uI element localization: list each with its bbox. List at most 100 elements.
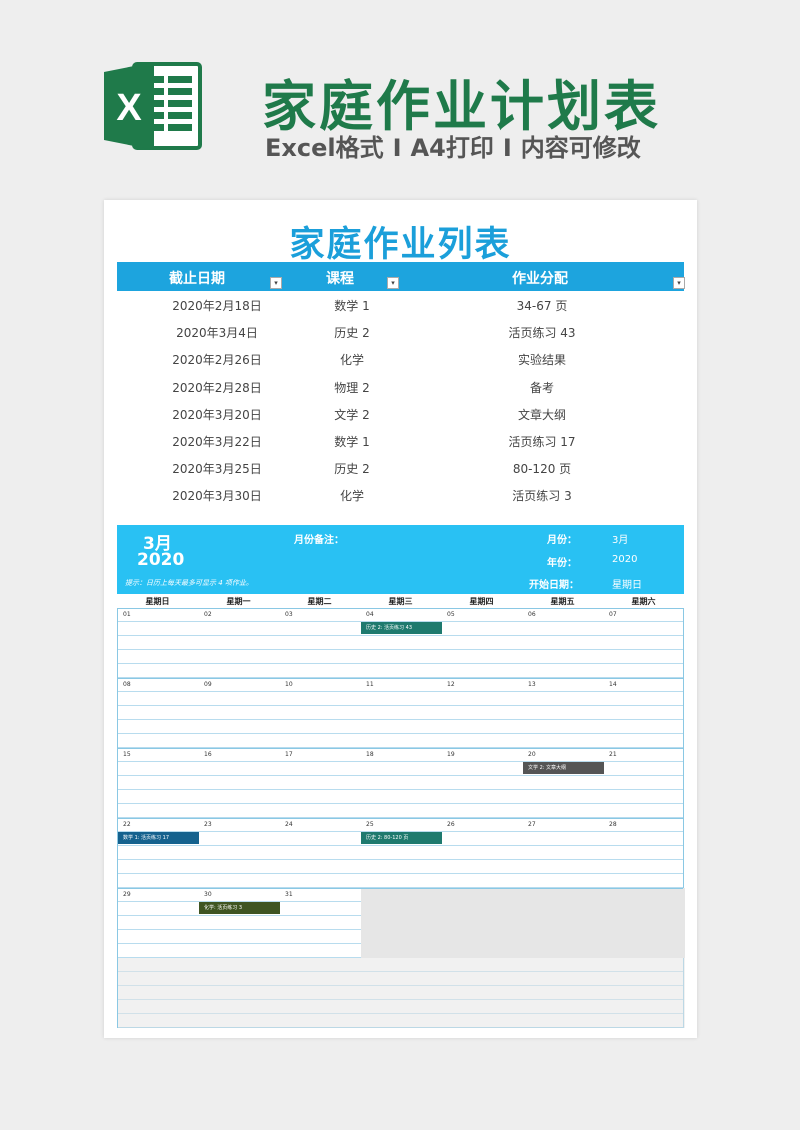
day-number[interactable]: 22 [123,821,131,828]
day-number[interactable]: 28 [609,821,617,828]
day-number[interactable]: 08 [123,681,131,688]
sub-format: Excel格式 [265,134,384,162]
list-header: 截止日期 ▾ 课程 ▾ 作业分配 ▾ [117,262,685,291]
empty-area [361,888,685,958]
assignment-cell: 备考 [529,380,554,395]
weekday-label: 星期五 [550,597,575,606]
calendar-event[interactable]: 数学 1: 活页练习 17 [118,832,199,844]
day-number[interactable]: 06 [528,611,536,618]
day-number[interactable]: 10 [285,681,293,688]
day-number[interactable]: 11 [366,681,374,688]
filter-dropdown-icon[interactable]: ▾ [387,277,399,289]
month-label: 月份： [547,535,577,546]
week-separator [118,748,683,749]
day-number[interactable]: 05 [447,611,455,618]
course-cell: 历史 2 [334,462,370,477]
day-number[interactable]: 18 [366,751,374,758]
day-number[interactable]: 29 [123,891,131,898]
week-separator [118,888,683,889]
filter-dropdown-icon[interactable]: ▾ [673,277,685,289]
sub-separator: I [392,134,402,162]
day-number[interactable]: 13 [528,681,536,688]
day-number[interactable]: 21 [609,751,617,758]
assignment-cell: 活页练习 17 [508,435,576,449]
day-number[interactable]: 03 [285,611,293,618]
column-header-date: 截止日期 [169,271,225,287]
day-number[interactable]: 12 [447,681,455,688]
day-number[interactable]: 20 [528,751,536,758]
weekday-row: 星期日 星期一 星期二 星期三 星期四 星期五 星期六 [117,594,684,609]
month-note-label: 月份备注： [294,535,344,546]
day-number[interactable]: 17 [285,751,293,758]
day-number[interactable]: 31 [285,891,293,898]
year-value[interactable]: 2020 [612,554,637,565]
table-row[interactable]: 2020年2月26日 化学 实验结果 [117,345,684,372]
assignment-cell: 活页练习 43 [508,326,576,341]
due-date-cell: 2020年3月20日 [172,407,262,422]
sheet-title: 家庭作业列表 [289,225,512,265]
calendar-tip: 提示：日历上每天最多可显示 4 项作业。 [125,579,253,587]
due-date-cell: 2020年3月30日 [172,489,262,504]
day-number[interactable]: 14 [609,681,617,688]
sub-separator: I [502,134,512,162]
week-separator [118,678,683,679]
column-header-task: 作业分配 [512,271,568,287]
sub-print: A4打印 [410,134,494,162]
day-number[interactable]: 23 [204,821,212,828]
day-number[interactable]: 27 [528,821,536,828]
day-number[interactable]: 26 [447,821,455,828]
filter-dropdown-icon[interactable]: ▾ [270,277,282,289]
table-row[interactable]: 2020年3月25日 历史 2 80-120 页 [117,454,684,481]
calendar-event[interactable]: 历史 2: 80-120 页 [361,832,442,844]
month-value[interactable]: 3月 [612,531,628,546]
day-number[interactable]: 16 [204,751,212,758]
table-row[interactable]: 2020年3月30日 化学 活页练习 3 [117,481,684,508]
calendar-event[interactable]: 文学 2: 文章大纲 [523,762,604,774]
due-date-cell: 2020年2月26日 [172,353,262,368]
calendar-event[interactable]: 历史 2: 活页练习 43 [361,622,442,634]
start-day-label: 开始日期： [529,580,579,591]
day-number[interactable]: 30 [204,891,212,898]
due-date-cell: 2020年3月25日 [172,462,262,477]
calendar-header: 3月 2020 月份备注： 提示：日历上每天最多可显示 4 项作业。 月份： 3… [117,525,684,594]
empty-area [118,958,685,1028]
course-cell: 数学 1 [334,299,370,313]
day-number[interactable]: 19 [447,751,455,758]
banner-subtitle: Excel格式 I A4打印 I 内容可修改 [265,128,641,163]
start-day-value[interactable]: 星期日 [612,576,642,591]
day-number[interactable]: 25 [366,821,374,828]
logo-letter: X [116,87,142,129]
assignment-cell: 活页练习 3 [512,489,572,504]
due-date-cell: 2020年2月18日 [172,299,262,313]
day-number[interactable]: 24 [285,821,293,828]
table-row[interactable]: 2020年3月4日 历史 2 活页练习 43 [117,318,684,345]
week-separator [118,818,683,819]
course-cell: 数学 1 [334,435,370,449]
day-number[interactable]: 09 [204,681,212,688]
weekday-label: 星期三 [388,597,413,606]
table-row[interactable]: 2020年3月20日 文学 2 文章大纲 [117,400,684,427]
weekday-label: 星期二 [307,597,332,606]
table-row[interactable]: 2020年3月22日 数学 1 活页练习 17 [117,427,684,454]
spreadsheet-page: 家庭作业列表 截止日期 ▾ 课程 ▾ 作业分配 ▾ 2020年2月18日 数学 1… [104,200,697,1038]
table-row[interactable]: 2020年2月18日 数学 1 34-67 页 [117,291,684,318]
day-number[interactable]: 07 [609,611,617,618]
course-cell: 历史 2 [334,326,370,341]
excel-logo-icon: X [104,62,202,150]
weekday-label: 星期一 [226,597,251,606]
course-cell: 化学 [339,353,364,368]
calendar-year: 2020 [137,550,185,570]
day-number[interactable]: 04 [366,611,374,618]
course-cell: 化学 [339,489,364,504]
day-number[interactable]: 01 [123,611,131,618]
assignment-cell: 实验结果 [517,353,566,368]
day-number[interactable]: 02 [204,611,212,618]
table-row[interactable]: 2020年2月28日 物理 2 备考 [117,373,684,400]
calendar-event[interactable]: 化学: 活页练习 3 [199,902,280,914]
year-label: 年份： [547,558,577,569]
assignment-cell: 文章大纲 [517,407,566,422]
day-number[interactable]: 15 [123,751,131,758]
assignment-cell: 34-67 页 [516,299,568,313]
due-date-cell: 2020年3月22日 [172,435,262,449]
weekday-label: 星期六 [631,597,656,606]
